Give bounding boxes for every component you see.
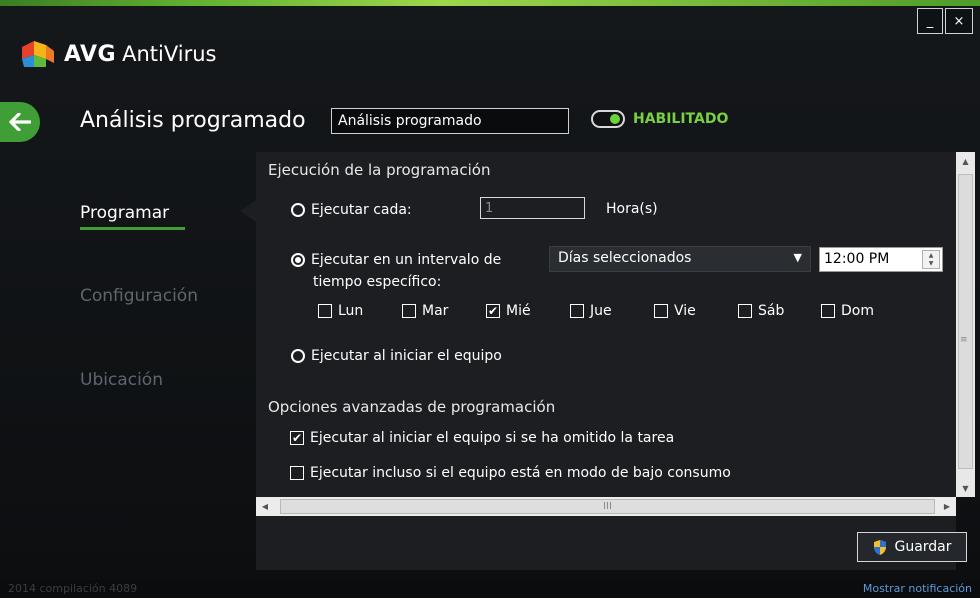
day-sat-label: Sáb: [758, 303, 785, 319]
run-at-startup-radio[interactable]: [291, 349, 305, 363]
minimize-icon: _: [926, 13, 934, 29]
avg-logo-icon: [20, 39, 60, 69]
horizontal-grip: III: [603, 501, 612, 512]
run-every-hours-input[interactable]: [480, 197, 585, 219]
chevron-down-icon: ▼: [793, 251, 802, 264]
page-title: Análisis programado: [80, 108, 306, 133]
low-power-label: Ejecutar incluso si el equipo está en mo…: [310, 465, 731, 481]
missed-task-checkbox[interactable]: ✔: [290, 431, 304, 445]
app-window: _ × AVG AntiVirus Análisis programado HA…: [0, 0, 980, 598]
low-power-option[interactable]: Ejecutar incluso si el equipo está en mo…: [290, 465, 731, 481]
minimize-button[interactable]: _: [917, 8, 943, 34]
interval-select[interactable]: Días seleccionados ▼: [549, 246, 811, 272]
run-interval-label-line2-row: tiempo específico:: [313, 274, 441, 290]
day-mon-label: Lun: [338, 303, 364, 319]
day-wed-checkbox[interactable]: ✔: [486, 304, 500, 318]
build-info: 2014 compilación 4089: [8, 582, 138, 595]
time-value: 12:00 PM: [824, 251, 890, 267]
vertical-scrollbar[interactable]: ▲ ≡ ▼: [956, 152, 975, 497]
scan-name-input[interactable]: [331, 108, 569, 134]
scroll-up-icon[interactable]: ▲: [956, 152, 975, 170]
horizontal-scroll-thumb[interactable]: III: [280, 499, 935, 514]
advanced-section-title: Opciones avanzadas de programación: [268, 398, 556, 416]
run-every-radio[interactable]: [291, 203, 305, 217]
scroll-down-icon[interactable]: ▼: [956, 479, 975, 497]
title-accent-bar: [0, 0, 980, 6]
run-at-startup-label: Ejecutar al iniciar el equipo: [311, 348, 502, 364]
status-bar: [0, 580, 980, 598]
close-button[interactable]: ×: [945, 8, 973, 34]
run-interval-option[interactable]: Ejecutar en un intervalo de: [291, 252, 501, 268]
day-thu[interactable]: Jue: [570, 303, 612, 319]
run-at-startup-option[interactable]: Ejecutar al iniciar el equipo: [291, 348, 502, 364]
app-logo: AVG AntiVirus: [20, 39, 217, 69]
missed-task-option[interactable]: ✔ Ejecutar al iniciar el equipo si se ha…: [290, 430, 674, 446]
day-sat[interactable]: Sáb: [738, 303, 784, 319]
brand-name: AVG: [64, 41, 117, 67]
day-fri-label: Vie: [674, 303, 696, 319]
scroll-left-icon[interactable]: ◀: [256, 497, 274, 516]
save-label: Guardar: [894, 539, 952, 555]
toggle-knob: [610, 114, 620, 124]
shield-icon: [874, 539, 887, 555]
day-fri-checkbox[interactable]: [654, 304, 668, 318]
time-spinner[interactable]: ▲ ▼: [922, 250, 940, 269]
product-name: AntiVirus: [122, 42, 217, 66]
time-picker[interactable]: 12:00 PM ▲ ▼: [819, 247, 943, 272]
scroll-right-icon[interactable]: ▶: [938, 497, 956, 516]
run-interval-radio[interactable]: [291, 253, 305, 267]
schedule-section-title: Ejecución de la programación: [268, 161, 491, 179]
close-icon: ×: [953, 13, 965, 29]
enabled-toggle[interactable]: [591, 110, 625, 128]
nav-item-location[interactable]: Ubicación: [80, 370, 163, 390]
day-tue-checkbox[interactable]: [402, 304, 416, 318]
day-thu-checkbox[interactable]: [570, 304, 584, 318]
day-sat-checkbox[interactable]: [738, 304, 752, 318]
day-tue-label: Mar: [422, 303, 449, 319]
run-every-unit-row: Hora(s): [606, 201, 658, 217]
day-mon-checkbox[interactable]: [318, 304, 332, 318]
run-every-option[interactable]: Ejecutar cada:: [291, 202, 412, 218]
run-every-label: Ejecutar cada:: [311, 202, 412, 218]
vertical-grip: ≡: [960, 335, 968, 345]
day-mon[interactable]: Lun: [318, 303, 363, 319]
day-sun-label: Dom: [841, 303, 874, 319]
nav-active-underline: [80, 227, 185, 230]
day-thu-label: Jue: [590, 303, 612, 319]
back-button[interactable]: [0, 102, 40, 142]
spin-down-icon: ▼: [928, 259, 934, 267]
low-power-checkbox[interactable]: [290, 466, 304, 480]
run-every-unit: Hora(s): [606, 201, 658, 217]
nav-item-settings[interactable]: Configuración: [80, 286, 198, 306]
show-notification-link[interactable]: Mostrar notificación: [863, 582, 972, 595]
day-tue[interactable]: Mar: [402, 303, 448, 319]
run-interval-label: Ejecutar en un intervalo de: [311, 252, 502, 268]
nav-item-schedule[interactable]: Programar: [80, 203, 169, 223]
spin-up-icon: ▲: [928, 251, 934, 259]
day-wed-label: Mié: [506, 303, 531, 319]
missed-task-label: Ejecutar al iniciar el equipo si se ha o…: [310, 430, 675, 446]
day-sun-checkbox[interactable]: [821, 304, 835, 318]
day-sun[interactable]: Dom: [821, 303, 874, 319]
run-interval-label-line2: tiempo específico:: [313, 274, 442, 290]
day-fri[interactable]: Vie: [654, 303, 696, 319]
interval-select-value: Días seleccionados: [558, 250, 692, 266]
horizontal-scrollbar[interactable]: ◀ III ▶: [256, 497, 956, 516]
panel-footer: [256, 516, 956, 570]
enabled-status-label: HABILITADO: [633, 111, 729, 127]
day-wed[interactable]: ✔ Mié: [486, 303, 531, 319]
save-button[interactable]: Guardar: [857, 532, 967, 562]
arrow-left-icon: [9, 113, 31, 131]
nav-pointer: [240, 200, 256, 222]
vertical-scroll-thumb[interactable]: ≡: [958, 174, 973, 469]
